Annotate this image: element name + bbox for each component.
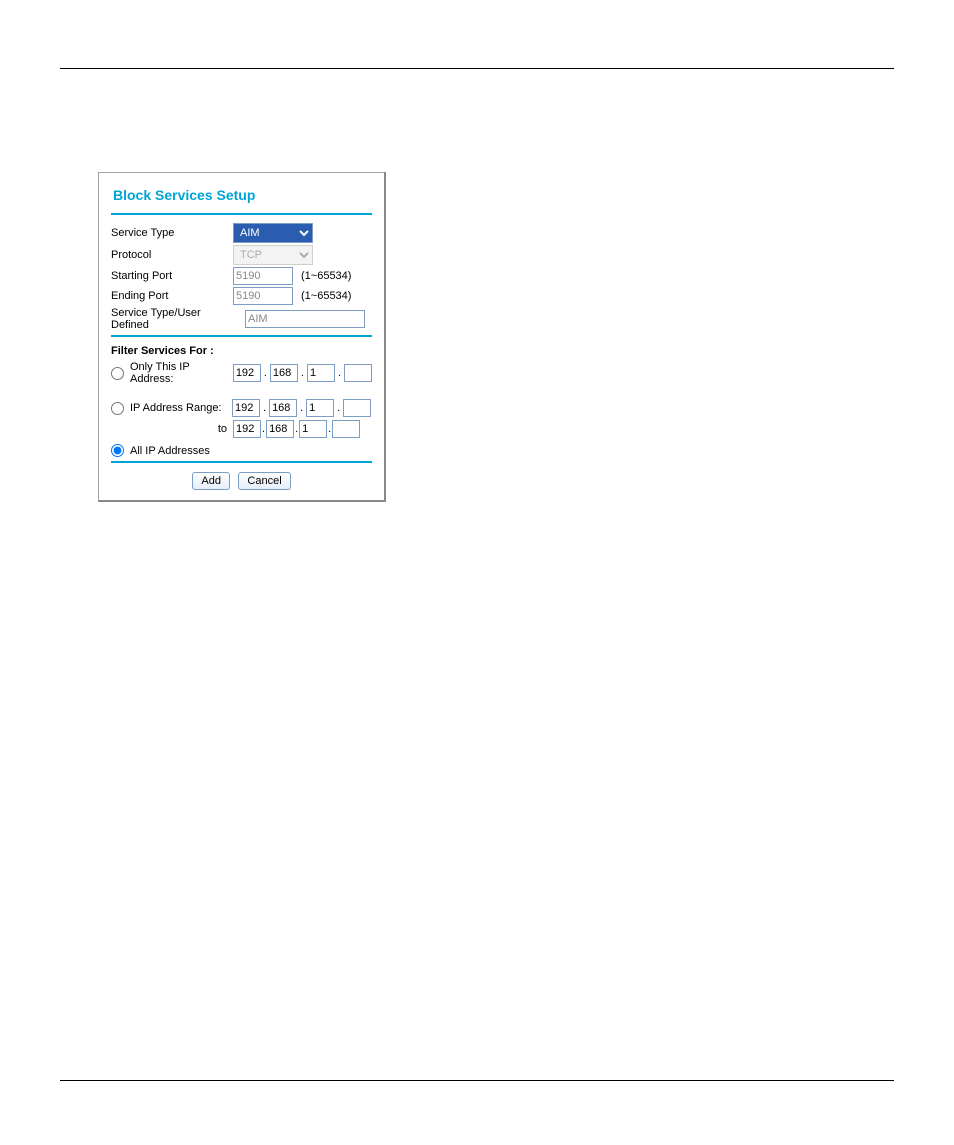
only-ip-oct-2[interactable]	[270, 364, 298, 382]
filter-heading: Filter Services For :	[111, 345, 372, 357]
radio-only-ip[interactable]	[111, 367, 124, 380]
label-starting-port: Starting Port	[111, 270, 229, 282]
range-to-oct-1[interactable]	[233, 420, 261, 438]
divider-mid	[111, 335, 372, 337]
row-starting-port: Starting Port (1~65534)	[111, 267, 372, 285]
range-from-oct-3[interactable]	[306, 399, 334, 417]
label-ending-port: Ending Port	[111, 290, 229, 302]
row-ending-port: Ending Port (1~65534)	[111, 287, 372, 305]
cancel-button[interactable]: Cancel	[238, 472, 290, 490]
input-starting-port	[233, 267, 293, 285]
label-all-ip: All IP Addresses	[130, 445, 210, 457]
radio-ip-range[interactable]	[111, 402, 124, 415]
range-from-oct-1[interactable]	[232, 399, 260, 417]
footer-rule	[60, 1080, 894, 1081]
ip-dot: .	[328, 423, 331, 435]
range-from-oct-2[interactable]	[269, 399, 297, 417]
ip-dot: .	[338, 367, 341, 379]
ip-dot: .	[295, 423, 298, 435]
block-services-panel: Block Services Setup Service Type AIM Pr…	[98, 172, 386, 502]
row-service-type: Service Type AIM	[111, 223, 372, 243]
row-ip-range: IP Address Range: . . .	[111, 399, 372, 417]
header-rule	[60, 68, 894, 69]
row-all-ip: All IP Addresses	[111, 444, 372, 457]
label-to: to	[213, 423, 227, 435]
row-ip-range-to: to . . .	[111, 420, 372, 438]
range-from-oct-4[interactable]	[343, 399, 371, 417]
input-ending-port	[233, 287, 293, 305]
range-to-oct-3[interactable]	[299, 420, 327, 438]
add-button[interactable]: Add	[192, 472, 230, 490]
range-to-oct-4[interactable]	[332, 420, 360, 438]
button-row: Add Cancel	[111, 471, 372, 490]
hint-starting-port: (1~65534)	[301, 270, 351, 282]
ip-dot: .	[262, 423, 265, 435]
select-service-type[interactable]: AIM	[233, 223, 313, 243]
ip-dot: .	[337, 402, 340, 414]
row-protocol: Protocol TCP	[111, 245, 372, 265]
input-user-defined	[245, 310, 365, 328]
range-to-oct-2[interactable]	[266, 420, 294, 438]
ip-dot: .	[264, 367, 267, 379]
only-ip-oct-4[interactable]	[344, 364, 372, 382]
radio-all-ip[interactable]	[111, 444, 124, 457]
spacer	[111, 388, 372, 396]
label-service-type: Service Type	[111, 227, 229, 239]
label-user-defined: Service Type/User Defined	[111, 307, 241, 331]
divider-bottom	[111, 461, 372, 463]
only-ip-oct-1[interactable]	[233, 364, 261, 382]
label-only-ip: Only This IP Address:	[130, 361, 231, 385]
only-ip-oct-3[interactable]	[307, 364, 335, 382]
select-protocol: TCP	[233, 245, 313, 265]
row-user-defined: Service Type/User Defined	[111, 307, 372, 331]
row-only-ip: Only This IP Address: . . .	[111, 361, 372, 385]
label-ip-range: IP Address Range:	[130, 402, 230, 414]
hint-ending-port: (1~65534)	[301, 290, 351, 302]
label-protocol: Protocol	[111, 249, 229, 261]
divider-top	[111, 213, 372, 215]
ip-dot: .	[301, 367, 304, 379]
document-page: Block Services Setup Service Type AIM Pr…	[0, 0, 954, 1145]
panel-title: Block Services Setup	[113, 187, 372, 203]
ip-dot: .	[300, 402, 303, 414]
ip-dot: .	[263, 402, 266, 414]
